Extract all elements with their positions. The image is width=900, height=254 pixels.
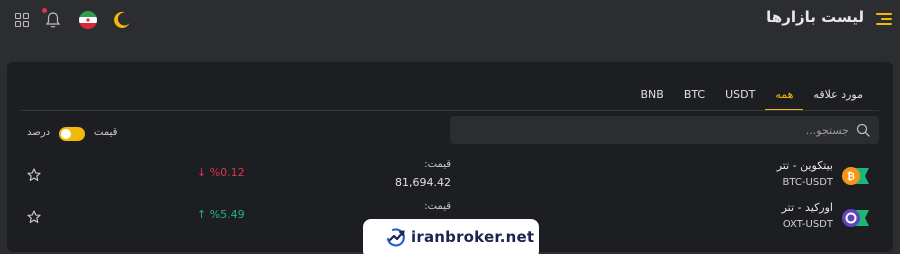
switch-knob: [61, 129, 71, 139]
change-percent: ↓ %0.12: [197, 166, 245, 179]
coin-name: بیتکوین - تتر: [776, 159, 833, 172]
page-title: لیست بازارها: [766, 8, 864, 26]
notification-dot: [42, 8, 47, 13]
coin-pair: BTC-USDT: [782, 177, 833, 188]
price-value: 81,694.42: [395, 176, 451, 189]
theme-moon-icon[interactable]: [112, 9, 134, 31]
change-percent: ↑ %5.49: [197, 208, 245, 221]
bell-icon[interactable]: [44, 9, 66, 31]
change-value: %5.49: [209, 208, 245, 221]
change-value: %0.12: [209, 166, 245, 179]
tab-favorites[interactable]: مورد علاقه: [803, 88, 873, 110]
svg-text:₿: ₿: [847, 171, 855, 183]
coin-name: اورکید - تتر: [781, 201, 833, 214]
market-tabs: مورد علاقه همه USDT BTC BNB: [630, 88, 873, 110]
tab-usdt[interactable]: USDT: [715, 88, 765, 110]
price-label: قیمت:: [424, 159, 451, 170]
search-box: [450, 116, 879, 144]
search-input[interactable]: [469, 116, 849, 144]
toggle-label-percent: درصد: [27, 127, 51, 138]
tabs-divider: [21, 110, 879, 111]
tab-bnb[interactable]: BNB: [630, 88, 673, 110]
star-icon[interactable]: [27, 210, 41, 224]
toggle-label-price: قیمت: [94, 127, 118, 138]
top-bar: لیست بازارها: [0, 0, 900, 44]
btc-logo-icon: ₿: [842, 167, 869, 185]
display-switch[interactable]: [59, 127, 85, 141]
broker-logo-icon: [386, 228, 405, 247]
tab-all[interactable]: همه: [765, 88, 804, 110]
arrow-down-icon: ↓: [197, 166, 207, 179]
star-icon[interactable]: [27, 168, 41, 182]
tab-btc[interactable]: BTC: [674, 88, 715, 110]
oxt-logo-icon: [842, 209, 869, 227]
hamburger-icon[interactable]: [876, 11, 892, 27]
language-flag-icon[interactable]: [78, 9, 100, 31]
arrow-up-icon: ↑: [197, 208, 207, 221]
watermark-badge: iranbroker.net: [363, 219, 539, 254]
search-icon: [856, 123, 870, 137]
price-label: قیمت:: [424, 201, 451, 212]
market-row[interactable]: ₿ بیتکوین - تتر BTC-USDT قیمت: 81,694.42…: [7, 156, 893, 196]
watermark-text: iranbroker.net: [411, 228, 535, 246]
apps-grid-icon[interactable]: [14, 9, 36, 31]
coin-pair: OXT-USDT: [782, 219, 833, 230]
